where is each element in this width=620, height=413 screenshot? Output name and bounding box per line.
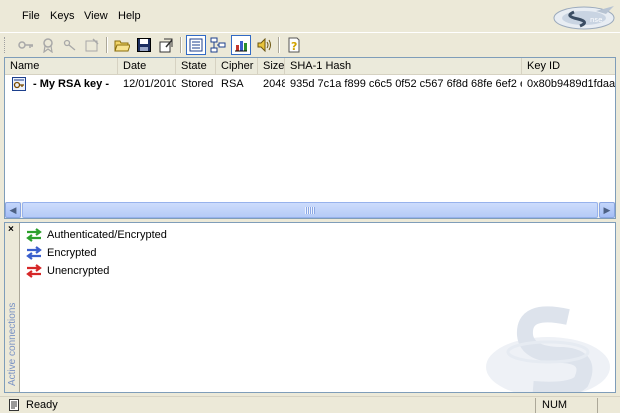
status-document-icon <box>9 399 19 411</box>
table-row[interactable]: - My RSA key - 12/01/2010 Stored RSA 204… <box>5 75 616 93</box>
list-header: Name Date State Cipher Size SHA-1 Hash K… <box>5 58 615 75</box>
toolbar-separator <box>106 37 108 53</box>
cell-state: Stored <box>181 78 214 90</box>
svg-text:?: ? <box>291 40 297 53</box>
panel-title: Active connections <box>7 303 18 386</box>
open-folder-icon[interactable] <box>112 35 132 55</box>
toolbar-separator <box>278 37 280 53</box>
network-icon[interactable] <box>208 35 228 55</box>
cell-key-id: 0x80b9489d1fdaabe <box>527 78 616 90</box>
status-bar: Ready NUM <box>0 396 620 413</box>
size-grip[interactable] <box>597 398 620 413</box>
legend-label: Unencrypted <box>47 265 110 277</box>
menu-file[interactable]: File <box>22 10 40 22</box>
cell-hash: 935d 7c1a f899 c6c5 0f52 c567 6f8d 68fe … <box>290 78 522 90</box>
toolbar-separator <box>180 37 182 53</box>
active-connections-panel: × Active connections Authenticated/Encry… <box>4 222 616 393</box>
column-header-name[interactable]: Name <box>5 58 118 75</box>
svg-text:nse: nse <box>590 16 602 24</box>
horizontal-scrollbar[interactable]: ◀ ▶ <box>5 202 615 218</box>
scroll-left-arrow-icon[interactable]: ◀ <box>5 202 21 218</box>
cell-name: - My RSA key - <box>33 78 110 90</box>
keys-view-icon[interactable] <box>186 35 206 55</box>
menu-bar: File Keys View Help nse <box>0 0 620 32</box>
status-text: Ready <box>26 399 58 411</box>
green-arrows-icon <box>26 228 42 242</box>
column-header-size[interactable]: Size <box>258 58 285 75</box>
keys-list: Name Date State Cipher Size SHA-1 Hash K… <box>4 57 616 219</box>
menu-view[interactable]: View <box>84 10 108 22</box>
column-header-state[interactable]: State <box>176 58 216 75</box>
menu-keys[interactable]: Keys <box>50 10 74 22</box>
panel-sidebar: × Active connections <box>5 223 20 392</box>
column-header-sha1-hash[interactable]: SHA-1 Hash <box>285 58 522 75</box>
certificate-disabled-icon[interactable] <box>38 35 58 55</box>
watermark-logo <box>486 306 610 392</box>
cell-date: 12/01/2010 <box>123 78 176 90</box>
cell-size: 2048 <box>263 78 285 90</box>
panel-close-button[interactable]: × <box>8 225 14 235</box>
blue-arrows-icon <box>26 246 42 260</box>
help-icon[interactable]: ? <box>284 35 304 55</box>
menu-help[interactable]: Help <box>118 10 141 22</box>
save-icon[interactable] <box>134 35 154 55</box>
properties-disabled-icon[interactable] <box>82 35 102 55</box>
key-small-disabled-icon[interactable] <box>60 35 80 55</box>
legend-label: Authenticated/Encrypted <box>47 229 167 241</box>
svg-text:Active connections: Active connections <box>7 303 18 386</box>
column-header-cipher[interactable]: Cipher <box>216 58 258 75</box>
cell-cipher: RSA <box>221 78 244 90</box>
speaker-icon[interactable] <box>254 35 274 55</box>
column-header-key-id[interactable]: Key ID <box>522 58 615 75</box>
num-lock-indicator: NUM <box>535 398 595 413</box>
statistics-icon[interactable] <box>231 35 251 55</box>
red-arrows-icon <box>26 264 42 278</box>
scroll-right-arrow-icon[interactable]: ▶ <box>599 202 615 218</box>
scrollbar-thumb[interactable] <box>22 202 598 218</box>
column-header-date[interactable]: Date <box>118 58 176 75</box>
export-icon[interactable] <box>156 35 176 55</box>
app-logo: nse <box>553 6 615 30</box>
toolbar: ? <box>0 32 620 56</box>
key-disabled-icon[interactable] <box>16 35 36 55</box>
legend-label: Encrypted <box>47 247 97 259</box>
scrollbar-grip <box>305 207 315 214</box>
key-certificate-icon <box>12 77 26 91</box>
toolbar-grip[interactable] <box>4 37 7 53</box>
